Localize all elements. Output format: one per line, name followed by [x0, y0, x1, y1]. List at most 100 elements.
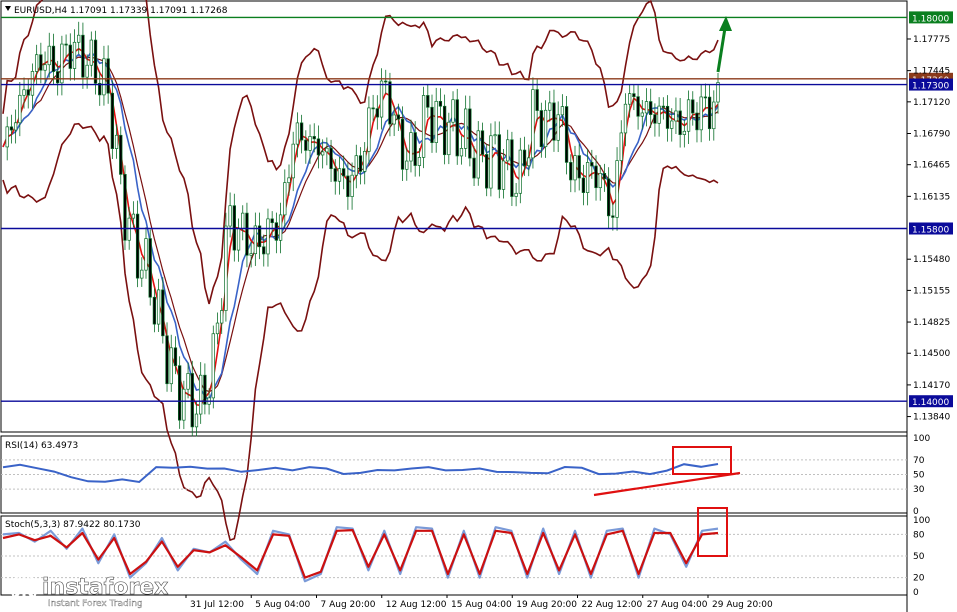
price-tick-label: 1.15155 [913, 286, 950, 296]
candle-body [278, 214, 283, 241]
rsi-label: RSI(14) 63.4973 [5, 441, 78, 451]
stoch-level-label: 0 [913, 588, 919, 598]
time-tick-label: 22 Aug 12:00 [582, 600, 643, 610]
candle-body [564, 106, 569, 163]
candle-body [203, 374, 207, 405]
candle-body [518, 149, 522, 194]
price-tick-label: 1.16465 [913, 161, 950, 171]
rsi-level-label: 30 [913, 485, 925, 495]
candle-body [220, 310, 224, 324]
candle-body [430, 106, 434, 144]
candle-body [333, 168, 337, 182]
candle-body [72, 41, 77, 69]
candle-body [594, 165, 598, 189]
candle-body [463, 108, 468, 149]
instaforex-star-icon [10, 574, 38, 602]
candle-body [581, 177, 586, 193]
candle-body [262, 246, 266, 255]
candle-body [417, 157, 422, 166]
candle-body [47, 45, 51, 66]
candle-body [585, 162, 590, 193]
level-price-label: 1.14000 [912, 398, 949, 408]
candle-body [615, 160, 619, 218]
candle-body [644, 101, 649, 114]
candle-body [531, 89, 535, 159]
candle-body [9, 126, 14, 131]
stoch-level-label: 100 [913, 516, 930, 526]
time-tick-label: 12 Aug 12:00 [386, 600, 447, 610]
candle-body [119, 134, 123, 175]
candle-body [497, 134, 501, 190]
candle-body [236, 228, 241, 251]
candle-body [548, 102, 552, 111]
chart-canvas[interactable]: 1.180001.173601.173001.158001.14000 1.17… [0, 0, 957, 612]
candle-body [628, 93, 632, 105]
candle-body [691, 99, 695, 114]
rsi-level-label: 50 [913, 471, 925, 481]
candle-body [224, 225, 228, 311]
candle-body [699, 96, 703, 131]
candle-body [451, 99, 455, 123]
candle-body [89, 39, 93, 66]
candle-body [367, 107, 371, 152]
candle-body [308, 136, 312, 151]
candle-body [148, 238, 152, 298]
candle-body [182, 388, 186, 421]
stoch-level-label: 20 [913, 574, 925, 584]
candle-body [632, 93, 636, 98]
candle-body [485, 154, 489, 189]
candle-body [480, 130, 485, 155]
candle-body [135, 213, 140, 279]
symbol-info: EURUSD,H4 1.17091 1.17339 1.17091 1.1726… [14, 6, 228, 16]
candle-body [409, 132, 413, 162]
candle-body [199, 374, 203, 415]
candle-body [241, 212, 245, 229]
candle-body [152, 296, 157, 325]
candle-body [85, 64, 89, 78]
candle-body [102, 58, 106, 96]
candle-body [455, 99, 459, 157]
candle-body [114, 134, 119, 149]
candle-body [64, 43, 68, 46]
candle-body [649, 101, 653, 115]
candle-body [253, 225, 258, 255]
candle-body [682, 130, 687, 135]
candle-body [384, 80, 388, 83]
candle-body [611, 215, 615, 218]
candle-body [375, 108, 379, 118]
candle-body [81, 34, 85, 78]
candle-body [459, 148, 464, 157]
candle-body [215, 322, 220, 335]
watermark-brand: instaforex [42, 575, 168, 600]
candle-body [522, 149, 527, 167]
candle-body [156, 289, 161, 325]
candle-body [543, 109, 548, 148]
candle-body [598, 173, 602, 189]
price-tick-label: 1.16135 [913, 192, 950, 202]
candle-body [144, 238, 148, 271]
candle-body [678, 110, 682, 135]
candle-body [707, 96, 712, 130]
level-price-label: 1.18000 [912, 14, 949, 24]
price-tick-label: 1.14500 [913, 349, 950, 359]
candle-body [552, 102, 556, 141]
candle-body [472, 157, 476, 179]
rsi-level-label: 100 [913, 434, 930, 444]
candle-body [606, 178, 611, 217]
candle-body [5, 126, 9, 148]
candle-body [569, 162, 573, 181]
candle-body [320, 151, 325, 156]
candle-body [106, 58, 110, 94]
time-tick-label: 7 Aug 20:00 [321, 600, 376, 610]
candle-body [506, 139, 510, 162]
candle-body [674, 110, 678, 122]
candle-body [371, 107, 375, 110]
candle-body [13, 122, 18, 131]
candle-body [396, 114, 401, 120]
candle-body [60, 43, 64, 84]
candle-body [34, 54, 39, 72]
watermark-tagline: Instant Forex Trading [48, 599, 143, 609]
candle-body [245, 212, 249, 256]
candle-body [514, 192, 518, 197]
candle-body [379, 80, 384, 118]
